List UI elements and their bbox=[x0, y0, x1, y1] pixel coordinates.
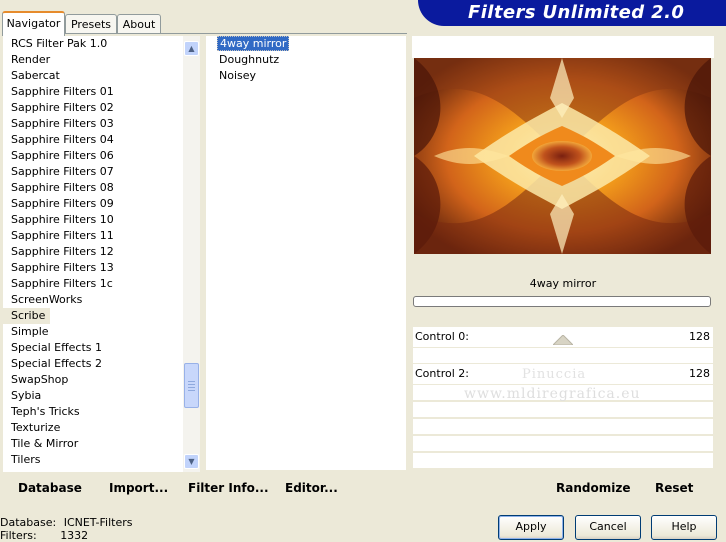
category-list[interactable]: RCS Filter Pak 1.0 Render Sabercat Sapphire… bbox=[3, 36, 183, 472]
tab-navigator[interactable]: Navigator bbox=[2, 11, 65, 36]
status-filters-value: 1332 bbox=[60, 529, 89, 542]
category-item[interactable]: Sapphire Filters 06 bbox=[3, 148, 183, 164]
category-item[interactable]: Sapphire Filters 11 bbox=[3, 228, 183, 244]
status-filters-label: Filters: bbox=[0, 529, 37, 542]
selected-filter-name: 4way mirror bbox=[413, 272, 713, 294]
category-item[interactable]: Tile & Mirror bbox=[3, 436, 183, 452]
tab-presets[interactable]: Presets bbox=[65, 14, 117, 34]
category-item[interactable]: Sapphire Filters 12 bbox=[3, 244, 183, 260]
filter-item-label: 4way mirror bbox=[217, 36, 290, 51]
category-item[interactable]: Sapphire Filters 10 bbox=[3, 212, 183, 228]
editor-button[interactable]: Editor... bbox=[285, 481, 338, 495]
help-button[interactable]: Help bbox=[651, 515, 717, 540]
category-item[interactable]: Sapphire Filters 03 bbox=[3, 116, 183, 132]
category-item[interactable]: Tilers bbox=[3, 452, 183, 468]
filter-info-button[interactable]: Filter Info... bbox=[188, 481, 269, 495]
scroll-down-button[interactable]: ▼ bbox=[184, 454, 199, 469]
control-0-label: Control 0: bbox=[415, 330, 469, 343]
control-0-slider[interactable]: Control 0: 128 bbox=[413, 327, 713, 347]
slider-thumb-icon[interactable] bbox=[553, 335, 573, 345]
database-button[interactable]: Database bbox=[18, 481, 82, 495]
control-7-slider[interactable] bbox=[413, 453, 713, 468]
filter-item-label: Noisey bbox=[219, 69, 257, 82]
control-0-value: 128 bbox=[689, 330, 710, 343]
category-item[interactable]: Sybia bbox=[3, 388, 183, 404]
randomize-button[interactable]: Randomize bbox=[556, 481, 630, 495]
control-2-label: Control 2: bbox=[415, 367, 469, 380]
category-item[interactable]: Special Effects 1 bbox=[3, 340, 183, 356]
control-4-slider[interactable] bbox=[413, 402, 713, 417]
scroll-thumb[interactable] bbox=[184, 363, 199, 408]
control-2-value: 128 bbox=[689, 367, 710, 380]
filter-item[interactable]: Doughnutz bbox=[206, 52, 406, 68]
preview-image bbox=[414, 58, 711, 254]
category-item[interactable]: Sapphire Filters 13 bbox=[3, 260, 183, 276]
category-item[interactable]: Simple bbox=[3, 324, 183, 340]
category-item[interactable]: Sapphire Filters 1c bbox=[3, 276, 183, 292]
status-filters: Filters: 1332 bbox=[0, 529, 88, 542]
category-item[interactable]: Special Effects 2 bbox=[3, 356, 183, 372]
status-database-value: ICNET-Filters bbox=[63, 516, 133, 529]
filter-item[interactable]: Noisey bbox=[206, 68, 406, 84]
watermark-line2: www.mldiregrafica.eu bbox=[464, 386, 641, 402]
control-5-slider[interactable] bbox=[413, 419, 713, 434]
category-item[interactable]: Sapphire Filters 09 bbox=[3, 196, 183, 212]
status-database: Database: ICNET-Filters bbox=[0, 516, 132, 529]
filter-item[interactable]: 4way mirror bbox=[206, 36, 406, 52]
import-button[interactable]: Import... bbox=[109, 481, 168, 495]
category-item[interactable]: ScreenWorks bbox=[3, 292, 183, 308]
category-item[interactable]: Sapphire Filters 07 bbox=[3, 164, 183, 180]
preview-top-area bbox=[412, 36, 714, 58]
control-1-slider[interactable] bbox=[413, 348, 713, 363]
category-item-selected[interactable]: Scribe bbox=[3, 308, 51, 324]
filter-list[interactable]: 4way mirror Doughnutz Noisey bbox=[206, 36, 406, 470]
category-item[interactable]: Sapphire Filters 02 bbox=[3, 100, 183, 116]
category-item[interactable]: Sapphire Filters 04 bbox=[3, 132, 183, 148]
cancel-button[interactable]: Cancel bbox=[575, 515, 641, 540]
filter-item-label: Doughnutz bbox=[219, 53, 280, 66]
progress-bar bbox=[413, 296, 711, 307]
category-item[interactable]: SwapShop bbox=[3, 372, 183, 388]
tab-about[interactable]: About bbox=[117, 14, 161, 34]
app-title: Filters Unlimited 2.0 bbox=[468, 2, 685, 23]
apply-button[interactable]: Apply bbox=[498, 515, 564, 540]
reset-button[interactable]: Reset bbox=[655, 481, 693, 495]
control-6-slider[interactable] bbox=[413, 436, 713, 451]
category-item[interactable]: Render bbox=[3, 52, 183, 68]
watermark-line1: Pinuccia bbox=[522, 367, 587, 382]
category-item[interactable]: Sabercat bbox=[3, 68, 183, 84]
category-item[interactable]: Sapphire Filters 08 bbox=[3, 180, 183, 196]
status-database-label: Database: bbox=[0, 516, 57, 529]
category-item[interactable]: Sapphire Filters 01 bbox=[3, 84, 183, 100]
category-item[interactable]: Texturize bbox=[3, 420, 183, 436]
scroll-up-button[interactable]: ▲ bbox=[184, 41, 199, 56]
category-scrollbar[interactable]: ▲ ▼ bbox=[183, 36, 200, 472]
category-item[interactable]: RCS Filter Pak 1.0 bbox=[3, 36, 183, 52]
category-item[interactable]: Teph's Tricks bbox=[3, 404, 183, 420]
